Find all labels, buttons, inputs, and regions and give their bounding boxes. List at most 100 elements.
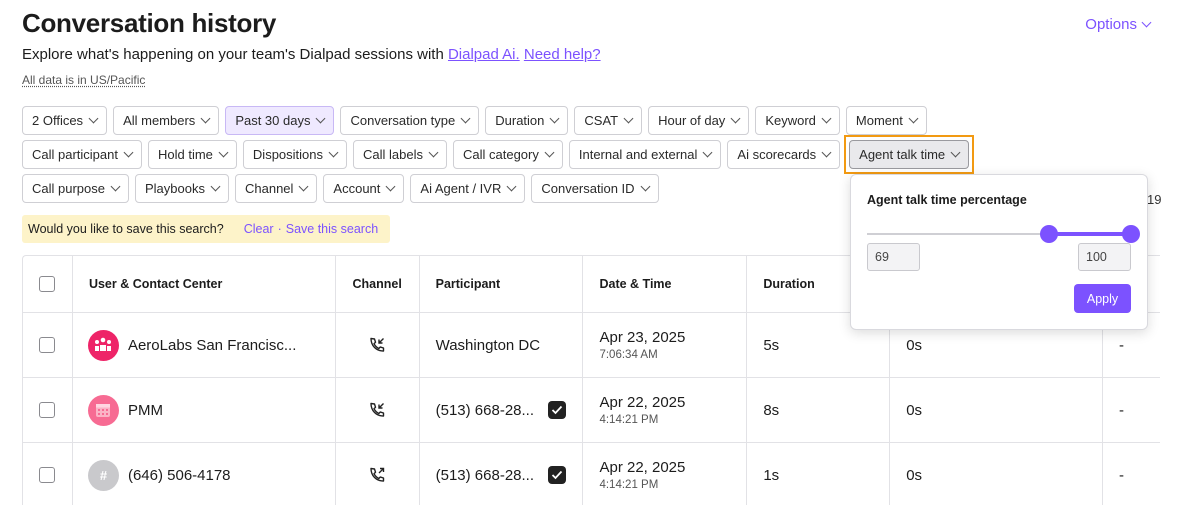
save-search-button[interactable]: Save this search xyxy=(286,222,378,236)
filter-date-range[interactable]: Past 30 days xyxy=(225,106,335,135)
dialpad-ai-link[interactable]: Dialpad Ai. xyxy=(448,46,520,63)
filter-conversation-type[interactable]: Conversation type xyxy=(340,106,480,135)
select-all-checkbox[interactable] xyxy=(39,276,56,292)
table-row[interactable]: PMM (513) 668-28... Apr 22, 2025 4:14:21… xyxy=(23,378,1160,443)
filter-conversation-id[interactable]: Conversation ID xyxy=(531,174,659,203)
chevron-down-icon xyxy=(328,147,339,158)
table-row[interactable]: # (646) 506-4178 (513) 668-28... Apr 22,… xyxy=(23,443,1160,505)
incoming-call-icon xyxy=(370,402,385,417)
chevron-down-icon xyxy=(623,113,634,124)
header-user[interactable]: User & Contact Center xyxy=(73,256,336,312)
header-participant[interactable]: Participant xyxy=(420,256,584,312)
chevron-down-icon xyxy=(908,113,919,124)
row-checkbox[interactable] xyxy=(39,402,56,418)
filter-row-2: Call participant Hold time Dispositions … xyxy=(22,135,975,174)
clear-button[interactable]: Clear xyxy=(244,222,274,236)
people-icon xyxy=(87,329,119,361)
chevron-down-icon xyxy=(88,113,99,124)
participant-cell: (513) 668-28... xyxy=(420,443,584,505)
channel-cell xyxy=(336,443,420,505)
min-percentage-field[interactable]: 69 xyxy=(867,243,920,271)
filter-agent-talk-time[interactable]: Agent talk time xyxy=(849,140,970,169)
user-cell: AeroLabs San Francisc... xyxy=(73,313,336,377)
date-value: Apr 22, 2025 xyxy=(599,394,686,411)
row-checkbox-cell xyxy=(23,378,73,442)
save-search-prompt: Would you like to save this search? xyxy=(28,222,224,236)
col6-cell: 0s xyxy=(890,443,1104,505)
filter-channel[interactable]: Channel xyxy=(234,174,318,203)
header-date-time[interactable]: Date & Time xyxy=(583,256,748,312)
date-cell: Apr 23, 2025 7:06:34 AM xyxy=(583,313,748,377)
filter-duration[interactable]: Duration xyxy=(485,106,569,135)
highlight-box: Agent talk time xyxy=(844,135,975,174)
participant-name[interactable]: (513) 668-28... xyxy=(436,402,534,419)
chevron-down-icon xyxy=(730,113,741,124)
user-cell: # (646) 506-4178 xyxy=(73,443,336,505)
chevron-down-icon xyxy=(200,113,211,124)
filter-ai-agent-ivr[interactable]: Ai Agent / IVR xyxy=(410,174,526,203)
checkmark-icon xyxy=(548,466,567,484)
participant-cell: (513) 668-28... xyxy=(420,378,584,442)
filter-call-labels[interactable]: Call labels xyxy=(353,140,447,169)
incoming-call-icon xyxy=(370,337,385,352)
filter-row-3: Call purpose Playbooks Channel Account A… xyxy=(22,174,659,203)
filter-account[interactable]: Account xyxy=(323,174,405,203)
date-value: Apr 23, 2025 xyxy=(599,329,686,346)
apply-button[interactable]: Apply xyxy=(1074,284,1131,313)
slider-fill xyxy=(1049,232,1131,236)
participant-name[interactable]: (513) 668-28... xyxy=(436,467,534,484)
filter-internal-external[interactable]: Internal and external xyxy=(568,140,722,169)
chevron-down-icon xyxy=(218,147,229,158)
calendar-icon xyxy=(87,394,119,426)
chevron-down-icon xyxy=(210,181,221,192)
chevron-down-icon xyxy=(821,147,832,158)
filter-dispositions[interactable]: Dispositions xyxy=(242,140,348,169)
row-checkbox[interactable] xyxy=(39,467,56,483)
max-percentage-field[interactable]: 100 xyxy=(1078,243,1131,271)
channel-cell xyxy=(336,378,420,442)
filter-hour-of-day[interactable]: Hour of day xyxy=(648,106,750,135)
col7-cell: - xyxy=(1119,401,1125,419)
channel-cell xyxy=(336,313,420,377)
duration-cell: 8s xyxy=(747,378,891,442)
filter-call-participant[interactable]: Call participant xyxy=(22,140,142,169)
chevron-down-icon xyxy=(821,113,832,124)
filter-csat[interactable]: CSAT xyxy=(574,106,643,135)
time-value: 4:14:21 PM xyxy=(599,479,659,491)
filter-offices[interactable]: 2 Offices xyxy=(22,106,108,135)
options-menu[interactable]: Options xyxy=(1085,16,1152,33)
separator: · xyxy=(277,222,282,236)
chevron-down-icon xyxy=(702,147,713,158)
filter-call-purpose[interactable]: Call purpose xyxy=(22,174,129,203)
filter-hold-time[interactable]: Hold time xyxy=(148,140,237,169)
date-value: Apr 22, 2025 xyxy=(599,459,686,476)
chevron-down-icon xyxy=(385,181,396,192)
slider-min-handle[interactable] xyxy=(1040,225,1059,243)
popover-title: Agent talk time percentage xyxy=(867,193,1027,207)
chevron-down-icon xyxy=(1141,17,1152,28)
duration-cell: 1s xyxy=(747,443,891,505)
user-name[interactable]: AeroLabs San Francisc... xyxy=(128,337,296,354)
talk-time-range-slider[interactable] xyxy=(867,225,1140,243)
filter-ai-scorecards[interactable]: Ai scorecards xyxy=(727,140,841,169)
timezone-note[interactable]: All data is in US/Pacific xyxy=(22,73,145,87)
user-name[interactable]: PMM xyxy=(128,402,163,419)
time-value: 7:06:34 AM xyxy=(599,349,658,361)
filter-members[interactable]: All members xyxy=(113,106,220,135)
checkmark-icon xyxy=(548,401,567,419)
header-channel[interactable]: Channel xyxy=(336,256,420,312)
chevron-down-icon xyxy=(298,181,309,192)
need-help-link[interactable]: Need help? xyxy=(524,46,601,63)
filter-playbooks[interactable]: Playbooks xyxy=(135,174,229,203)
participant-name[interactable]: Washington DC xyxy=(436,337,541,354)
row-checkbox-cell xyxy=(23,443,73,505)
filter-moment[interactable]: Moment xyxy=(845,106,927,135)
filter-call-category[interactable]: Call category xyxy=(453,140,563,169)
row-checkbox[interactable] xyxy=(39,337,56,353)
date-cell: Apr 22, 2025 4:14:21 PM xyxy=(583,443,748,505)
user-name[interactable]: (646) 506-4178 xyxy=(128,467,231,484)
chevron-down-icon xyxy=(640,181,651,192)
slider-max-handle[interactable] xyxy=(1122,225,1140,243)
save-search-bar: Would you like to save this search? Clea… xyxy=(22,215,390,243)
filter-keyword[interactable]: Keyword xyxy=(755,106,840,135)
